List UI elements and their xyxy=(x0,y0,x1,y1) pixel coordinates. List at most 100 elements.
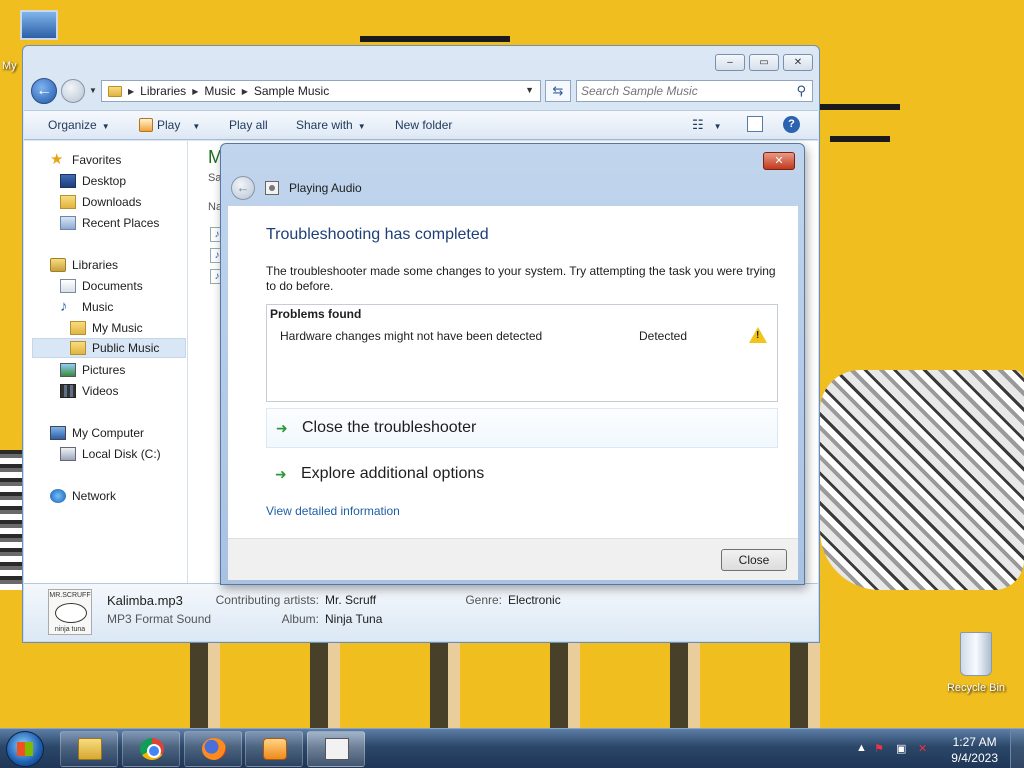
share-with-button[interactable]: Share with ▼ xyxy=(296,118,366,132)
nav-network[interactable]: Network xyxy=(50,486,116,506)
hard-disk-icon xyxy=(60,447,76,461)
navigation-pane: ★ Favorites Desktop Downloads Recent Plac… xyxy=(24,141,188,583)
minimize-button[interactable]: – xyxy=(715,54,745,71)
explore-options-option[interactable]: ➜ Explore additional options xyxy=(266,454,778,494)
nav-local-disk[interactable]: Local Disk (C:) xyxy=(60,444,161,464)
nav-documents[interactable]: Documents xyxy=(60,276,143,296)
nav-downloads[interactable]: Downloads xyxy=(60,192,141,212)
command-bar: Organize ▼ Play ▼ Play all Share with ▼ New… xyxy=(24,110,818,140)
wallpaper-legs xyxy=(150,640,870,728)
nav-videos[interactable]: Videos xyxy=(60,381,118,401)
nav-public-music[interactable]: Public Music xyxy=(32,338,186,358)
address-bar[interactable]: ▶ Libraries ▶ Music ▶ Sample Music ▼ xyxy=(101,80,541,102)
network-icon xyxy=(50,489,66,503)
close-troubleshooter-option[interactable]: ➜ Close the troubleshooter xyxy=(266,408,778,448)
search-box[interactable]: ⚲ xyxy=(576,80,813,102)
show-hidden-icons-icon[interactable]: ▲ xyxy=(856,742,867,754)
wallpaper-stripe xyxy=(360,36,510,42)
nav-libraries[interactable]: Libraries xyxy=(50,255,118,275)
action-center-flag-icon[interactable]: ⚑ xyxy=(874,742,884,755)
contributing-artists-value[interactable]: Mr. Scruff xyxy=(325,593,376,607)
downloads-folder-icon xyxy=(60,195,76,209)
help-icon[interactable]: ? xyxy=(783,116,800,133)
documents-icon xyxy=(60,279,76,293)
nav-desktop[interactable]: Desktop xyxy=(60,171,126,191)
chevron-right-icon[interactable]: ▶ xyxy=(192,87,198,96)
volume-muted-icon[interactable]: ✕ xyxy=(918,742,927,755)
dialog-title: Playing Audio xyxy=(289,181,362,195)
back-arrow-icon: ← xyxy=(236,180,250,195)
back-button[interactable]: ← xyxy=(31,78,57,104)
nav-favorites[interactable]: ★ Favorites xyxy=(50,150,121,170)
problem-status: Detected xyxy=(639,329,688,343)
new-folder-button[interactable]: New folder xyxy=(395,118,452,132)
play-button[interactable]: Play ▼ xyxy=(139,118,200,132)
album-value[interactable]: Ninja Tuna xyxy=(325,612,382,626)
address-dropdown-icon[interactable]: ▼ xyxy=(525,85,534,95)
chevron-down-icon: ▼ xyxy=(713,122,722,131)
breadcrumb-sample-music[interactable]: Sample Music xyxy=(254,84,329,98)
pictures-icon xyxy=(60,363,76,377)
show-desktop-button[interactable] xyxy=(1010,729,1024,768)
genre-value[interactable]: Electronic xyxy=(508,593,561,607)
contributing-artists-label: Contributing artists: xyxy=(215,593,319,607)
search-icon[interactable]: ⚲ xyxy=(796,83,806,99)
nav-music[interactable]: ♪ Music xyxy=(60,297,113,317)
refresh-button[interactable]: ⇆ xyxy=(545,80,571,102)
green-arrow-icon: ➜ xyxy=(276,419,288,436)
file-name: Kalimba.mp3 xyxy=(107,593,183,608)
system-tray: ▲ ⚑ ▣ ✕ 1:27 AM 9/4/2023 xyxy=(834,729,1024,768)
view-detailed-information-link[interactable]: View detailed information xyxy=(266,504,400,518)
network-tray-icon[interactable]: ▣ xyxy=(896,742,906,755)
nav-documents-label: Documents xyxy=(82,279,143,293)
nav-desktop-label: Desktop xyxy=(82,174,127,188)
chevron-right-icon[interactable]: ▶ xyxy=(128,87,134,96)
dialog-close-x-button[interactable]: ✕ xyxy=(763,152,795,170)
libraries-icon xyxy=(50,258,66,272)
media-player-icon xyxy=(263,738,287,760)
nav-recent-places[interactable]: Recent Places xyxy=(60,213,159,233)
taskbar-firefox-button[interactable] xyxy=(184,731,242,767)
forward-button[interactable] xyxy=(61,79,85,103)
breadcrumb: ▶ Libraries ▶ Music ▶ Sample Music xyxy=(108,84,329,98)
close-window-button[interactable]: ✕ xyxy=(783,54,813,71)
troubleshooter-dialog: ✕ ← Playing Audio Troubleshooting has co… xyxy=(220,143,805,585)
nav-pictures-label: Pictures xyxy=(82,363,126,377)
problems-found-header: Problems found xyxy=(270,307,362,321)
taskbar-media-player-button[interactable] xyxy=(245,731,303,767)
recycle-bin-desktop-icon[interactable]: Recycle Bin xyxy=(940,630,1012,702)
nav-my-computer[interactable]: My Computer xyxy=(50,423,144,443)
start-button[interactable] xyxy=(6,731,44,767)
share-with-label: Share with xyxy=(296,118,353,132)
preview-pane-icon[interactable] xyxy=(747,116,763,132)
play-all-button[interactable]: Play all xyxy=(229,118,268,132)
explorer-folder-icon xyxy=(78,738,102,760)
warning-icon xyxy=(749,327,767,343)
maximize-button[interactable]: ▭ xyxy=(749,54,779,71)
clock[interactable]: 1:27 AM 9/4/2023 xyxy=(951,734,998,766)
nav-my-music[interactable]: My Music xyxy=(70,318,143,338)
film-strip-icon xyxy=(60,384,76,398)
computer-icon xyxy=(20,10,58,40)
view-list-icon: ☷ xyxy=(692,117,704,132)
taskbar-chrome-button[interactable] xyxy=(122,731,180,767)
breadcrumb-music[interactable]: Music xyxy=(204,84,235,98)
close-button[interactable]: Close xyxy=(721,549,787,571)
view-options-button[interactable]: ☷ ▼ xyxy=(692,117,722,133)
media-player-icon xyxy=(139,118,153,132)
dialog-body: Troubleshooting has completed The troubl… xyxy=(228,206,798,538)
organize-button[interactable]: Organize ▼ xyxy=(48,118,110,132)
search-input[interactable] xyxy=(581,83,781,99)
recycle-bin-label: Recycle Bin xyxy=(946,682,1006,694)
dialog-heading: Troubleshooting has completed xyxy=(266,226,489,243)
taskbar-explorer-button[interactable] xyxy=(60,731,118,767)
chevron-down-icon: ▼ xyxy=(101,122,110,131)
chevron-right-icon[interactable]: ▶ xyxy=(242,87,248,96)
star-icon: ★ xyxy=(50,151,64,168)
recent-pages-dropdown[interactable]: ▼ xyxy=(89,86,97,95)
breadcrumb-libraries[interactable]: Libraries xyxy=(140,84,186,98)
dialog-back-button[interactable]: ← xyxy=(231,176,255,200)
nav-pictures[interactable]: Pictures xyxy=(60,360,125,380)
taskbar-troubleshooter-button[interactable] xyxy=(307,731,365,767)
album-label: Album: xyxy=(281,612,319,626)
